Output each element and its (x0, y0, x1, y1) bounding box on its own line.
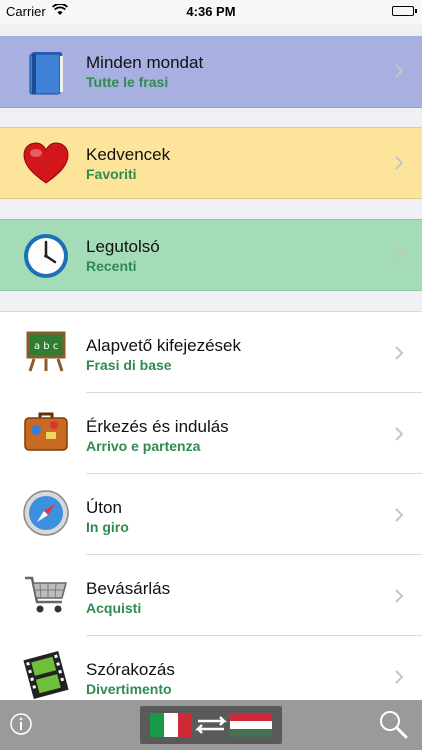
chevron-right-icon (394, 155, 404, 171)
row-subtitle: In giro (86, 519, 129, 535)
info-icon[interactable] (10, 713, 32, 735)
row-recent[interactable]: Legutolsó Recenti (0, 219, 422, 291)
category-row[interactable]: Érkezés és indulás Arrivo e partenza (0, 393, 422, 474)
category-row[interactable]: Bevásárlás Acquisti (0, 555, 422, 636)
language-swap-button[interactable] (140, 706, 282, 744)
row-subtitle: Acquisti (86, 600, 142, 616)
category-row[interactable]: a b c Alapvető kifejezések Frasi di base (0, 312, 422, 393)
category-row[interactable]: Úton In giro (0, 474, 422, 555)
battery-icon (392, 6, 417, 16)
row-title: Legutolsó (86, 237, 160, 256)
chevron-right-icon (394, 507, 404, 523)
status-bar: Carrier 4:36 PM (0, 0, 422, 24)
row-subtitle: Arrivo e partenza (86, 438, 201, 454)
svg-text:a b c: a b c (34, 341, 58, 352)
row-subtitle: Tutte le frasi (86, 74, 169, 90)
row-title: Bevásárlás (86, 579, 171, 598)
row-all-phrases[interactable]: Minden mondat Tutte le frasi (0, 36, 422, 108)
book-icon (22, 48, 70, 96)
row-subtitle: Favoriti (86, 166, 137, 182)
row-subtitle: Recenti (86, 258, 137, 274)
row-favorites[interactable]: Kedvencek Favoriti (0, 127, 422, 199)
row-title: Úton (86, 498, 122, 517)
row-title: Minden mondat (86, 53, 204, 72)
chevron-right-icon (394, 588, 404, 604)
compass-icon (22, 489, 70, 537)
magnifier-icon[interactable] (378, 709, 408, 739)
shopping-cart-icon (22, 570, 70, 618)
film-strip-icon (22, 651, 70, 699)
row-title: Alapvető kifejezések (86, 336, 241, 355)
row-subtitle: Frasi di base (86, 357, 172, 373)
status-time: 4:36 PM (186, 4, 236, 19)
blackboard-icon: a b c (22, 327, 70, 375)
bottom-toolbar (0, 700, 422, 750)
language-swap-icon (150, 713, 272, 737)
suitcase-icon (22, 408, 70, 456)
heart-icon (22, 140, 70, 188)
row-title: Érkezés és indulás (86, 417, 229, 436)
chevron-right-icon (394, 669, 404, 685)
category-row[interactable]: Szórakozás Divertimento (0, 636, 422, 701)
chevron-right-icon (394, 247, 404, 263)
clock-icon (22, 232, 70, 280)
row-title: Kedvencek (86, 145, 171, 164)
category-list: a b c Alapvető kifejezések Frasi di base… (0, 311, 422, 701)
chevron-right-icon (394, 63, 404, 79)
row-title: Szórakozás (86, 660, 175, 679)
row-subtitle: Divertimento (86, 681, 172, 697)
chevron-right-icon (394, 426, 404, 442)
chevron-right-icon (394, 345, 404, 361)
